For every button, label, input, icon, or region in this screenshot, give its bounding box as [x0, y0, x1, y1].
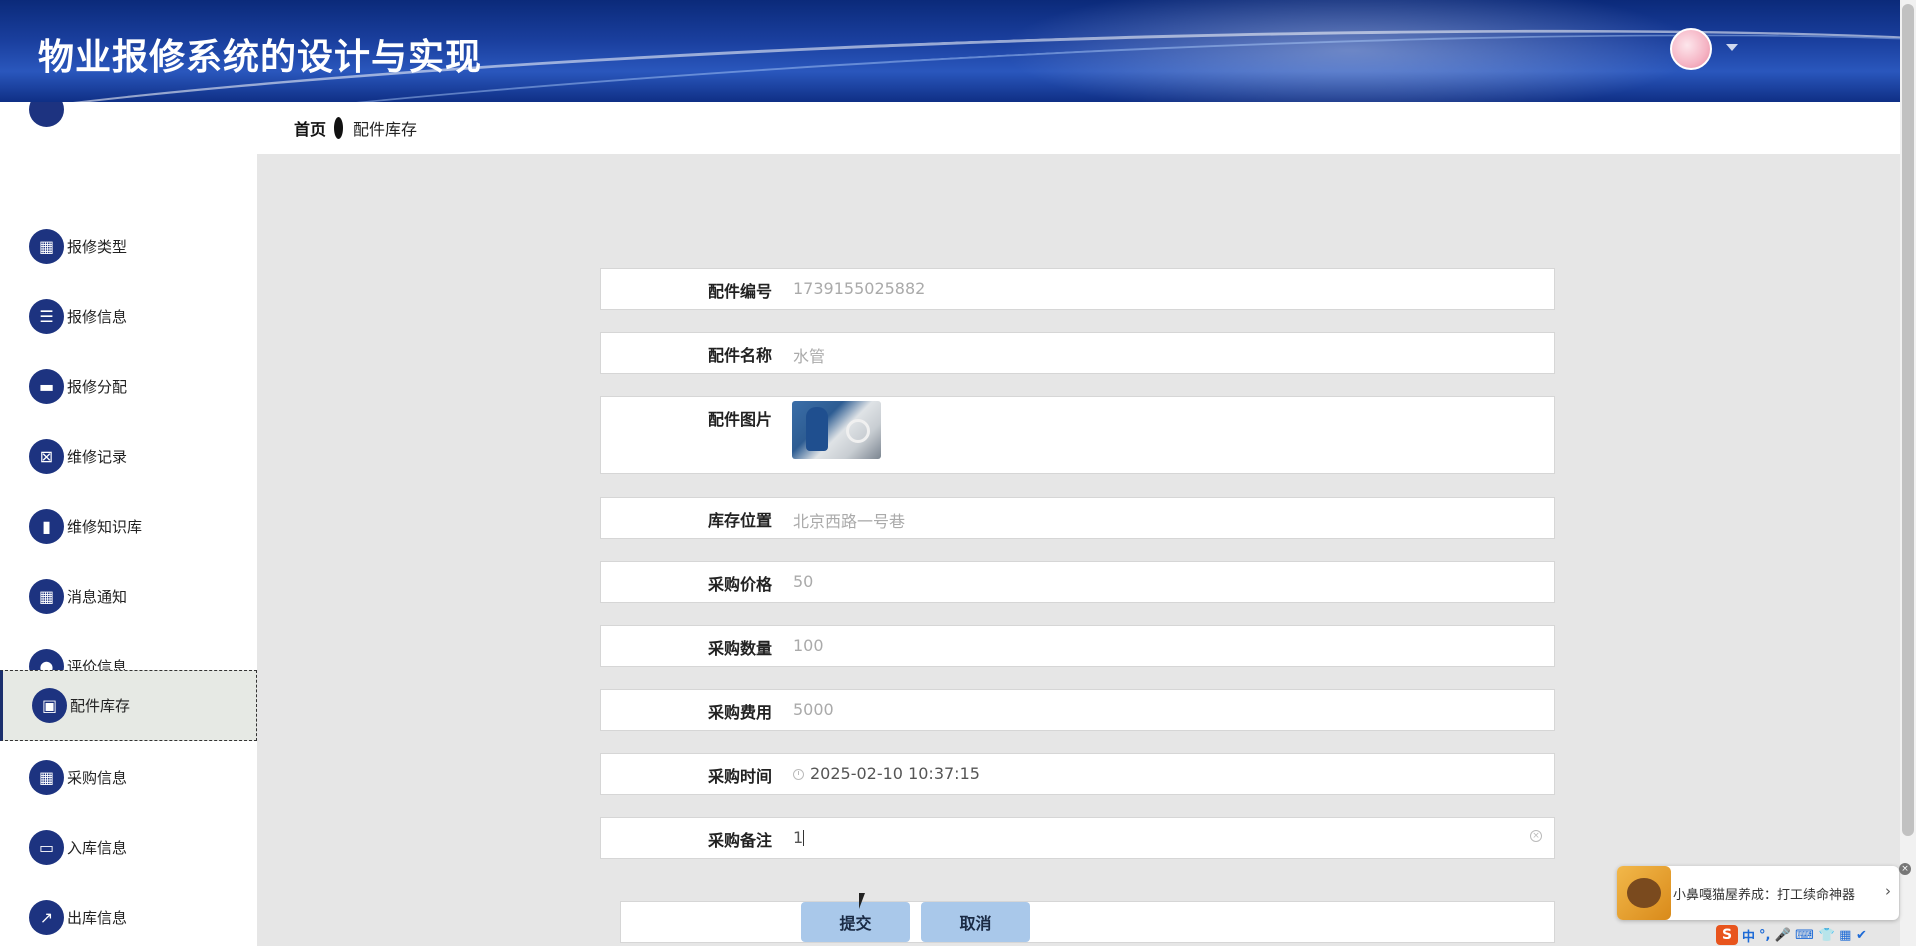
breadcrumb-separator-icon	[334, 117, 344, 139]
cancel-button[interactable]: 取消	[921, 902, 1030, 942]
sidebar-item-label: 入库信息	[67, 838, 128, 857]
sidebar-item-knowledge-base[interactable]: ▮ 维修知识库	[0, 497, 257, 555]
ime-lang-toggle[interactable]: 中	[1742, 926, 1755, 945]
field-label: 配件图片	[707, 410, 772, 429]
printer-icon: ▬	[29, 368, 64, 404]
user-avatar[interactable]	[1670, 28, 1712, 70]
header-banner: 物业报修系统的设计与实现	[0, 0, 1900, 102]
sidebar-item-label: 报修分配	[67, 377, 128, 396]
sidebar-item-repair-assign[interactable]: ▬ 报修分配	[0, 357, 257, 415]
sidebar-item-label: 维修记录	[67, 447, 128, 466]
sidebar: ▦ 报修类型 ☰ 报修信息 ▬ 报修分配 ⊠ 维修记录 ▮ 维修知识库 ▦ 消息…	[0, 102, 257, 946]
purchase-qty-field[interactable]: 100	[793, 636, 824, 655]
button-bar	[620, 901, 1555, 943]
field-label: 配件名称	[707, 346, 772, 365]
sidebar-item-label: 报修信息	[67, 307, 128, 326]
sidebar-item-label: 消息通知	[67, 587, 128, 606]
sidebar-item-stock-out[interactable]: ↗ 出库信息	[0, 888, 257, 946]
purchase-remark-value: 1	[793, 828, 804, 847]
ime-logo-icon[interactable]: S	[1716, 925, 1738, 945]
ime-toolbar: S 中 °, 🎤 ⌨ 👕 ▦ ✔	[1716, 924, 1867, 946]
field-label: 采购数量	[707, 639, 772, 658]
sidebar-item-notifications[interactable]: ▦ 消息通知	[0, 567, 257, 625]
grid-icon: ▦	[29, 578, 64, 614]
form-row-location: 库存位置 北京西路一号巷	[600, 497, 1555, 539]
grid-icon: ▦	[29, 228, 64, 264]
close-icon[interactable]: ×	[1899, 863, 1911, 875]
chevron-down-icon[interactable]	[1726, 44, 1738, 51]
breadcrumb-home[interactable]: 首页	[294, 116, 326, 140]
image-figure	[806, 407, 828, 451]
sidebar-item-label: 报修类型	[67, 237, 128, 256]
form-row-remark: 采购备注 1 ×	[600, 817, 1555, 859]
form-row-qty: 采购数量 100	[600, 625, 1555, 667]
purchase-cost-field[interactable]: 5000	[793, 700, 834, 719]
clear-icon[interactable]: ×	[1530, 830, 1542, 842]
wallet-icon: ▣	[32, 688, 67, 723]
chart-icon: ↗	[29, 899, 64, 935]
mouse-cursor-icon	[859, 893, 871, 909]
sidebar-item-partial[interactable]	[0, 102, 257, 138]
app-title: 物业报修系统的设计与实现	[38, 37, 483, 78]
chevron-right-icon[interactable]: ›	[1885, 882, 1891, 900]
sidebar-item-stock-in[interactable]: ▭ 入库信息	[0, 818, 257, 876]
ad-text: 小鼻嘎猫屋养成：打工续命神器	[1673, 888, 1856, 903]
ime-extra-icons[interactable]: 🎤 ⌨ 👕 ▦ ✔	[1774, 928, 1866, 943]
field-label: 采购费用	[707, 703, 772, 722]
form-row-time: 采购时间 2025-02-10 10:37:15	[600, 753, 1555, 795]
brush-icon: ▮	[29, 508, 64, 544]
cat-icon	[1627, 878, 1661, 908]
clock-icon	[793, 769, 804, 780]
sidebar-item-label: 采购信息	[67, 768, 128, 787]
field-label: 采购时间	[707, 767, 772, 786]
field-label: 库存位置	[707, 511, 772, 530]
sidebar-item-purchase-info[interactable]: ▦ 采购信息	[0, 748, 257, 806]
breadcrumb: 首页 配件库存	[257, 102, 1900, 154]
field-label: 采购备注	[707, 831, 772, 850]
scrollbar[interactable]	[1900, 0, 1916, 946]
clipboard-icon: ⊠	[29, 438, 64, 474]
sidebar-item-icon	[29, 102, 64, 127]
monitor-icon: ▭	[29, 829, 64, 865]
part-code-field[interactable]: 1739155025882	[793, 279, 925, 298]
sidebar-item-repair-records[interactable]: ⊠ 维修记录	[0, 427, 257, 485]
field-label: 配件编号	[707, 282, 772, 301]
sidebar-item-repair-info[interactable]: ☰ 报修信息	[0, 287, 257, 345]
stock-location-field[interactable]: 北京西路一号巷	[793, 508, 905, 532]
part-image[interactable]	[792, 401, 881, 459]
scrollbar-thumb[interactable]	[1902, 4, 1914, 836]
ime-punct-toggle[interactable]: °,	[1759, 928, 1770, 943]
sidebar-item-label: 配件库存	[70, 697, 131, 715]
ad-popup[interactable]: 小鼻嘎猫屋养成：打工续命神器 ›	[1617, 866, 1899, 920]
sidebar-item-repair-type[interactable]: ▦ 报修类型	[0, 217, 257, 275]
part-name-field[interactable]: 水管	[793, 343, 825, 367]
form-row-name: 配件名称 水管	[600, 332, 1555, 374]
form-row-image: 配件图片	[600, 396, 1555, 474]
sidebar-item-label: 出库信息	[67, 908, 128, 927]
ad-image	[1617, 866, 1671, 920]
submit-button[interactable]: 提交	[801, 902, 910, 942]
sidebar-item-parts-inventory[interactable]: ▣ 配件库存	[0, 670, 257, 741]
form-row-code: 配件编号 1739155025882	[600, 268, 1555, 310]
breadcrumb-current: 配件库存	[353, 120, 418, 139]
purchase-remark-field[interactable]: 1	[793, 828, 805, 847]
form-row-price: 采购价格 50	[600, 561, 1555, 603]
grid-icon: ▦	[29, 759, 64, 795]
purchase-price-field[interactable]: 50	[793, 572, 813, 591]
image-detail	[846, 419, 870, 443]
form-row-cost: 采购费用 5000	[600, 689, 1555, 731]
purchase-time-value: 2025-02-10 10:37:15	[810, 764, 980, 783]
purchase-time-field[interactable]: 2025-02-10 10:37:15	[793, 764, 980, 783]
text-caret	[803, 830, 805, 846]
sidebar-item-label: 维修知识库	[67, 517, 143, 536]
list-icon: ☰	[29, 298, 64, 334]
field-label: 采购价格	[707, 575, 772, 594]
